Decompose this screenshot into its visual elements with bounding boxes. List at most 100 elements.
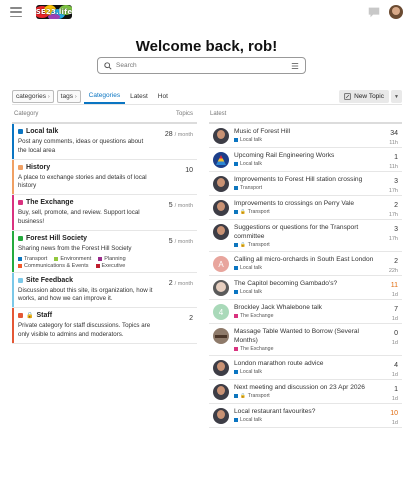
topic-title[interactable]: Improvements to Forest Hill station cros… [234,175,376,184]
category-color-square [18,164,23,170]
topic-row[interactable]: A Calling all micro-orchards in South Eas… [209,252,402,277]
topic-activity-age: 1d [391,396,398,403]
search-box[interactable] [97,57,306,74]
topic-category-badge[interactable]: Local talk [234,417,376,423]
topic-activity-age: 1d [391,316,398,323]
topic-avatar[interactable] [213,384,229,401]
topic-category-badge[interactable]: Local talk [234,161,376,167]
topic-category-badge[interactable]: Local talk [234,137,376,143]
topic-row[interactable]: 4 Brockley Jack Whalebone talk The Exchang… [209,300,402,325]
topic-title[interactable]: Music of Forest Hill [234,127,376,136]
category-color-square [234,162,238,167]
topic-row[interactable]: Upcoming Rail Engineering Works Local tal… [209,148,402,172]
subcategory-link[interactable]: Environment [54,256,91,262]
topic-avatar[interactable] [213,280,229,297]
topic-row[interactable]: Local restaurant favourites? Local talk 10… [209,404,402,429]
lock-icon: 🔒 [240,393,246,399]
topic-reply-count: 1 [394,386,398,394]
topic-avatar[interactable] [213,176,229,192]
subcategory-link[interactable]: Transport [18,256,47,262]
subcategory-link[interactable]: Communications & Events [18,263,89,269]
topic-category-badge[interactable]: 🔒 Transport [234,209,376,215]
tab-hot[interactable]: Hot [153,89,173,104]
subcategory-color-square [18,256,22,261]
subcategory-list: Transport Environment Planning Communicatio… [18,256,193,269]
hamburger-menu-icon[interactable] [10,7,22,17]
tab-latest[interactable]: Latest [125,89,153,104]
site-logo[interactable]: SE23.life [36,5,72,19]
topic-avatar[interactable]: 4 [213,304,229,321]
category-title[interactable]: Forest Hill Society [18,235,193,242]
user-avatar[interactable] [389,5,403,19]
category-color-square [234,370,238,375]
topic-activity-age: 1d [391,340,398,347]
topic-activity-age: 11h [389,164,398,170]
topic-row[interactable]: Improvements to crossings on Perry Vale 🔒… [209,196,402,220]
topic-avatar[interactable] [213,224,229,240]
topic-category-badge[interactable]: Local talk [234,265,376,271]
topic-category-badge[interactable]: Local talk [234,369,376,375]
topic-title[interactable]: Improvements to crossings on Perry Vale [234,199,376,208]
topic-row[interactable]: The Capitol becoming Gambado's? Local tal… [209,276,402,301]
topic-row[interactable]: Improvements to Forest Hill station cros… [209,172,402,196]
topic-title[interactable]: Calling all micro-orchards in South East… [234,255,376,264]
topic-avatar[interactable] [213,328,229,345]
topic-category-badge[interactable]: Transport [234,185,376,191]
topic-reply-count: 3 [394,226,398,233]
topic-title[interactable]: The Capitol becoming Gambado's? [234,279,376,288]
topic-category-badge[interactable]: 🔒 Transport [234,242,376,248]
topic-row[interactable]: Suggestions or questions for the Transpo… [209,220,402,253]
category-title[interactable]: History [18,164,193,171]
category-color-square [234,290,238,295]
category-row[interactable]: Site Feedback 2 / month Discussion about t… [12,272,197,309]
topic-title[interactable]: London marathon route advice [234,359,376,368]
tags-dropdown[interactable]: tags › [56,90,81,103]
subcategory-link[interactable]: Planning [98,256,126,262]
topic-activity-age: 1d [391,420,398,427]
search-input[interactable] [116,62,291,69]
subcategory-link[interactable]: Executive [95,263,125,269]
topic-avatar[interactable] [213,408,229,425]
topic-category-badge[interactable]: The Exchange [234,346,376,352]
topic-title[interactable]: Upcoming Rail Engineering Works [234,151,376,160]
category-color-square [234,186,238,191]
category-row[interactable]: History 10 A place to exchange stories an… [12,159,197,196]
category-title[interactable]: Site Feedback [18,277,193,284]
tab-categories[interactable]: Categories [83,89,126,104]
category-row[interactable]: Local talk 28 / month Post any comments, i… [12,124,197,160]
category-color-square [234,394,238,399]
topic-title[interactable]: Next meeting and discussion on 23 Apr 20… [234,383,376,392]
topic-category-badge[interactable]: 🔒 Transport [234,393,376,399]
category-title[interactable]: 🔒 Staff [18,312,193,319]
lock-icon: 🔒 [240,242,246,248]
topic-row[interactable]: Next meeting and discussion on 23 Apr 20… [209,380,402,405]
topic-title[interactable]: Suggestions or questions for the Transpo… [234,223,376,241]
topic-title[interactable]: Local restaurant favourites? [234,407,376,416]
topic-title[interactable]: Brockley Jack Whalebone talk [234,303,376,312]
topic-row[interactable]: Massage Table Wanted to Borrow (Several … [209,324,402,357]
topic-reply-count: 2 [394,202,398,209]
category-row[interactable]: 🔒 Staff 2 Private category for staff discu… [12,308,197,344]
search-filter-icon[interactable] [291,62,299,70]
topic-category-badge[interactable]: Local talk [234,289,376,295]
category-title[interactable]: The Exchange [18,199,193,206]
topic-title[interactable]: Massage Table Wanted to Borrow (Several … [234,327,376,345]
topic-avatar[interactable]: A [213,256,229,273]
category-color-bar [12,124,14,159]
categories-dropdown[interactable]: categories › [12,90,54,103]
chat-icon[interactable] [367,5,381,19]
topic-avatar[interactable] [213,128,229,144]
topic-reply-count: 4 [394,362,398,370]
topic-row[interactable]: Music of Forest Hill Local talk 34 11h [209,124,402,148]
category-row[interactable]: Forest Hill Society 5 / month Sharing news… [12,230,197,273]
category-row[interactable]: The Exchange 5 / month Buy, sell, promote,… [12,195,197,231]
new-topic-button[interactable]: New Topic [339,90,389,103]
topic-category-badge[interactable]: The Exchange [234,313,376,319]
chevron-down-icon[interactable]: ▼ [391,90,402,103]
topic-avatar[interactable] [213,200,229,216]
topic-avatar[interactable] [213,152,229,168]
category-name: History [26,163,51,171]
topic-row[interactable]: London marathon route advice Local talk 4 1… [209,356,402,381]
topic-avatar[interactable] [213,360,229,377]
category-list: Local talk 28 / month Post any comments, i… [12,122,197,344]
